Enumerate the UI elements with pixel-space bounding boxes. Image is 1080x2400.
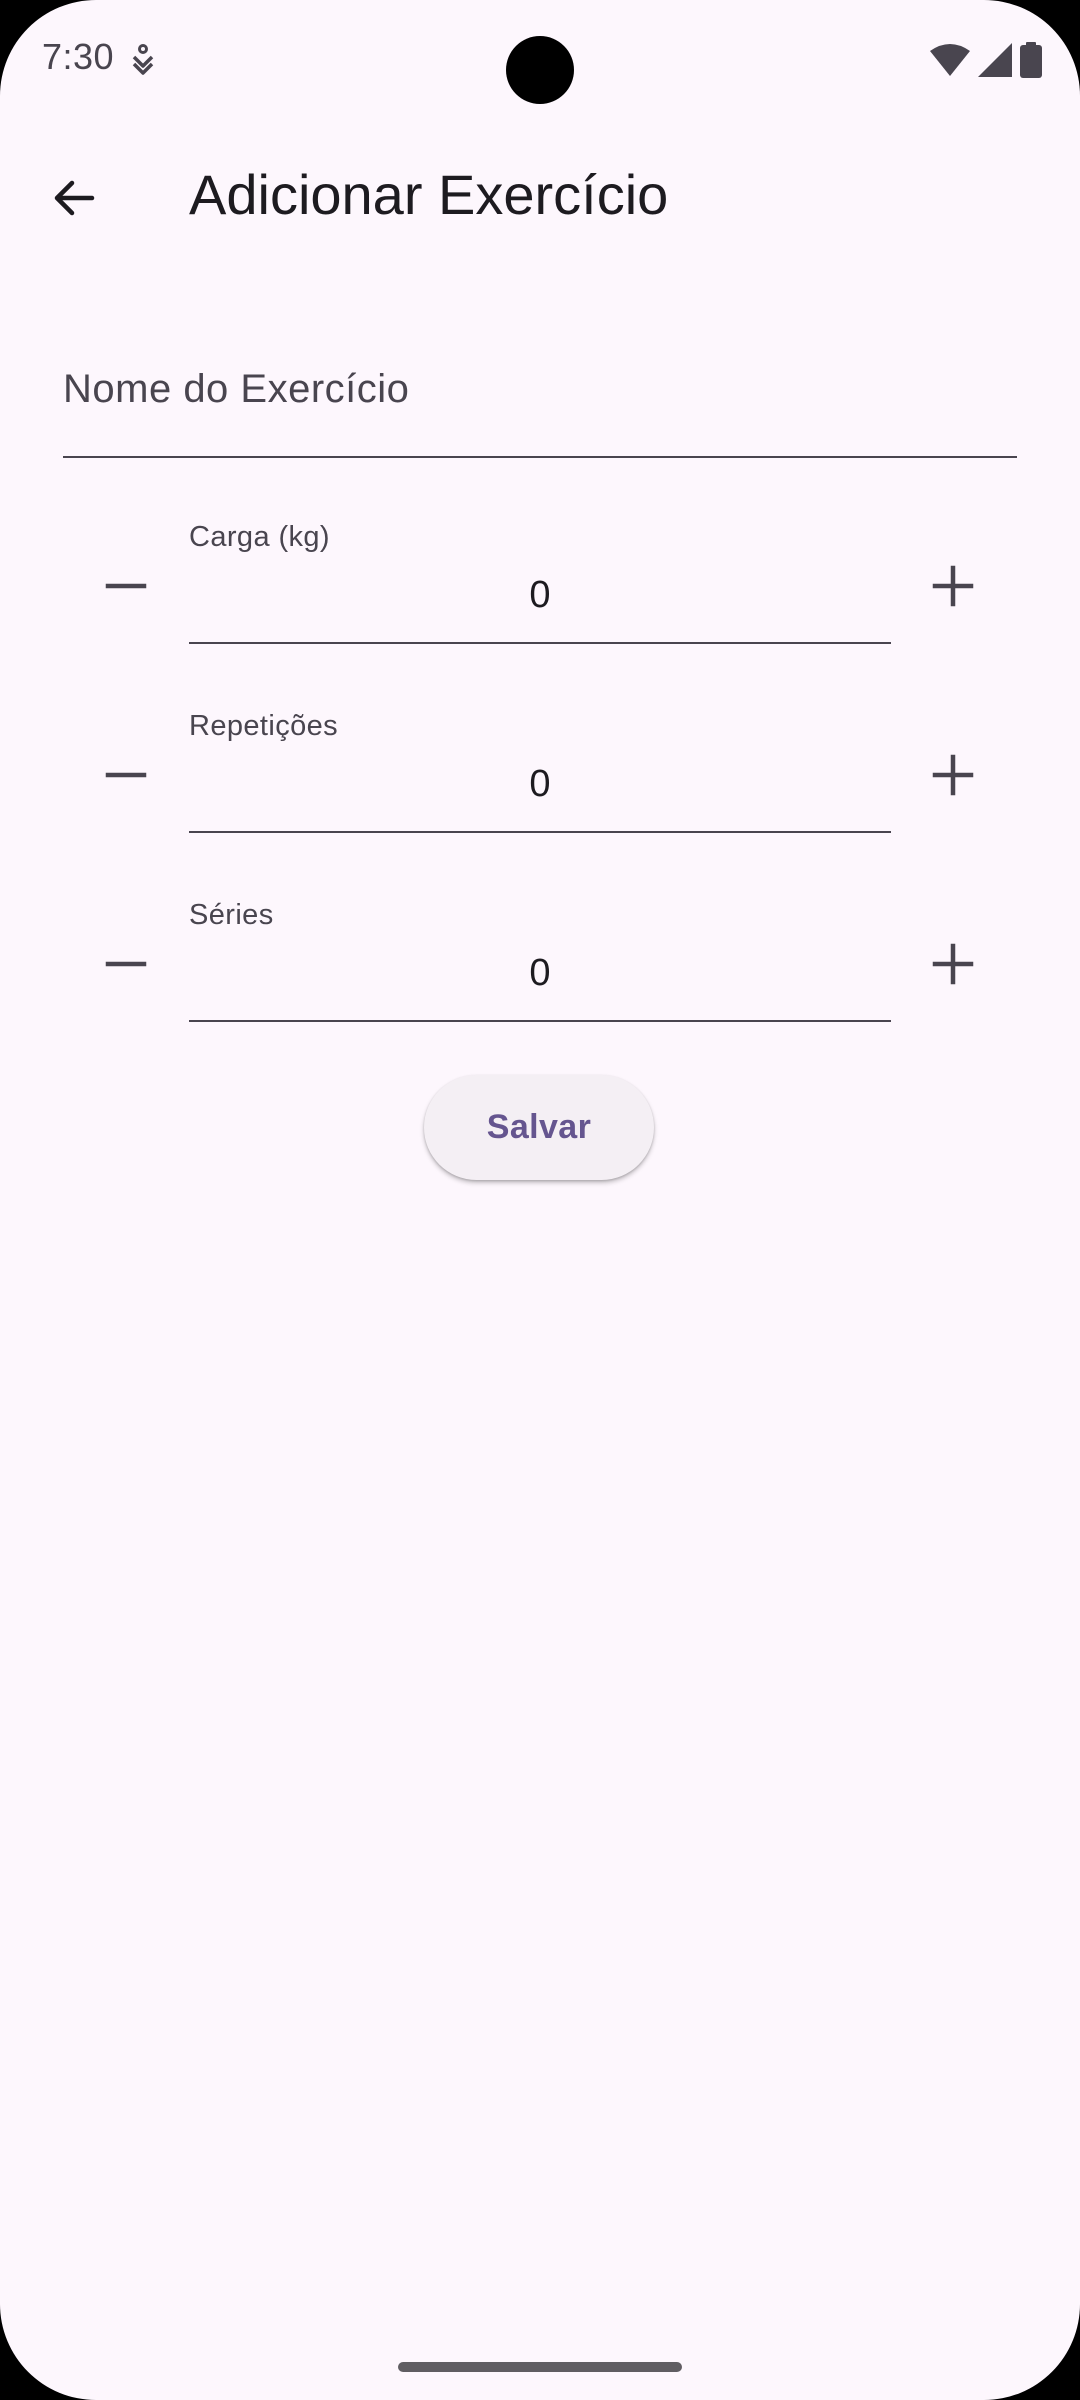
stepper-repeticoes: Repetições [0, 706, 1080, 846]
carga-field[interactable]: Carga (kg) [189, 517, 891, 644]
plus-icon [931, 942, 975, 991]
status-icons [930, 42, 1042, 83]
increment-series-button[interactable] [908, 921, 998, 1011]
camera-cutout [506, 36, 574, 104]
carga-input[interactable] [189, 567, 891, 623]
status-time: 7:30 [42, 36, 115, 77]
repeticoes-input[interactable] [189, 756, 891, 812]
carga-label: Carga (kg) [189, 521, 330, 553]
increment-repeticoes-button[interactable] [908, 732, 998, 822]
gesture-navigation-handle[interactable] [398, 2362, 682, 2372]
back-button[interactable] [32, 158, 116, 242]
battery-icon [1020, 42, 1042, 83]
top-app-bar: Adicionar Exercício [0, 140, 1080, 250]
decrement-series-button[interactable] [81, 921, 171, 1011]
decrement-carga-button[interactable] [81, 543, 171, 633]
repeticoes-field[interactable]: Repetições [189, 706, 891, 833]
save-button[interactable]: Salvar [424, 1075, 654, 1180]
exercise-name-field[interactable] [63, 330, 1017, 458]
wifi-icon [930, 43, 970, 82]
series-label: Séries [189, 899, 274, 931]
plus-icon [931, 753, 975, 802]
repeticoes-label: Repetições [189, 710, 339, 742]
stepper-carga: Carga (kg) [0, 517, 1080, 657]
arrow-back-icon [50, 174, 98, 227]
plus-icon [931, 564, 975, 613]
series-field[interactable]: Séries [189, 895, 891, 1022]
minus-icon [104, 942, 148, 991]
decrement-repeticoes-button[interactable] [81, 732, 171, 822]
exercise-name-input[interactable] [63, 354, 1017, 424]
stepper-series: Séries [0, 895, 1080, 1035]
page-title: Adicionar Exercício [189, 163, 669, 226]
minus-icon [104, 564, 148, 613]
app-screen: 7:30 Adicionar Exercício Nome do Exercíc… [0, 0, 1080, 2400]
increment-carga-button[interactable] [908, 543, 998, 633]
series-input[interactable] [189, 945, 891, 1001]
accessibility-service-icon [128, 44, 158, 76]
status-bar: 7:30 [0, 0, 1080, 120]
cell-signal-icon [978, 43, 1012, 82]
minus-icon [104, 753, 148, 802]
